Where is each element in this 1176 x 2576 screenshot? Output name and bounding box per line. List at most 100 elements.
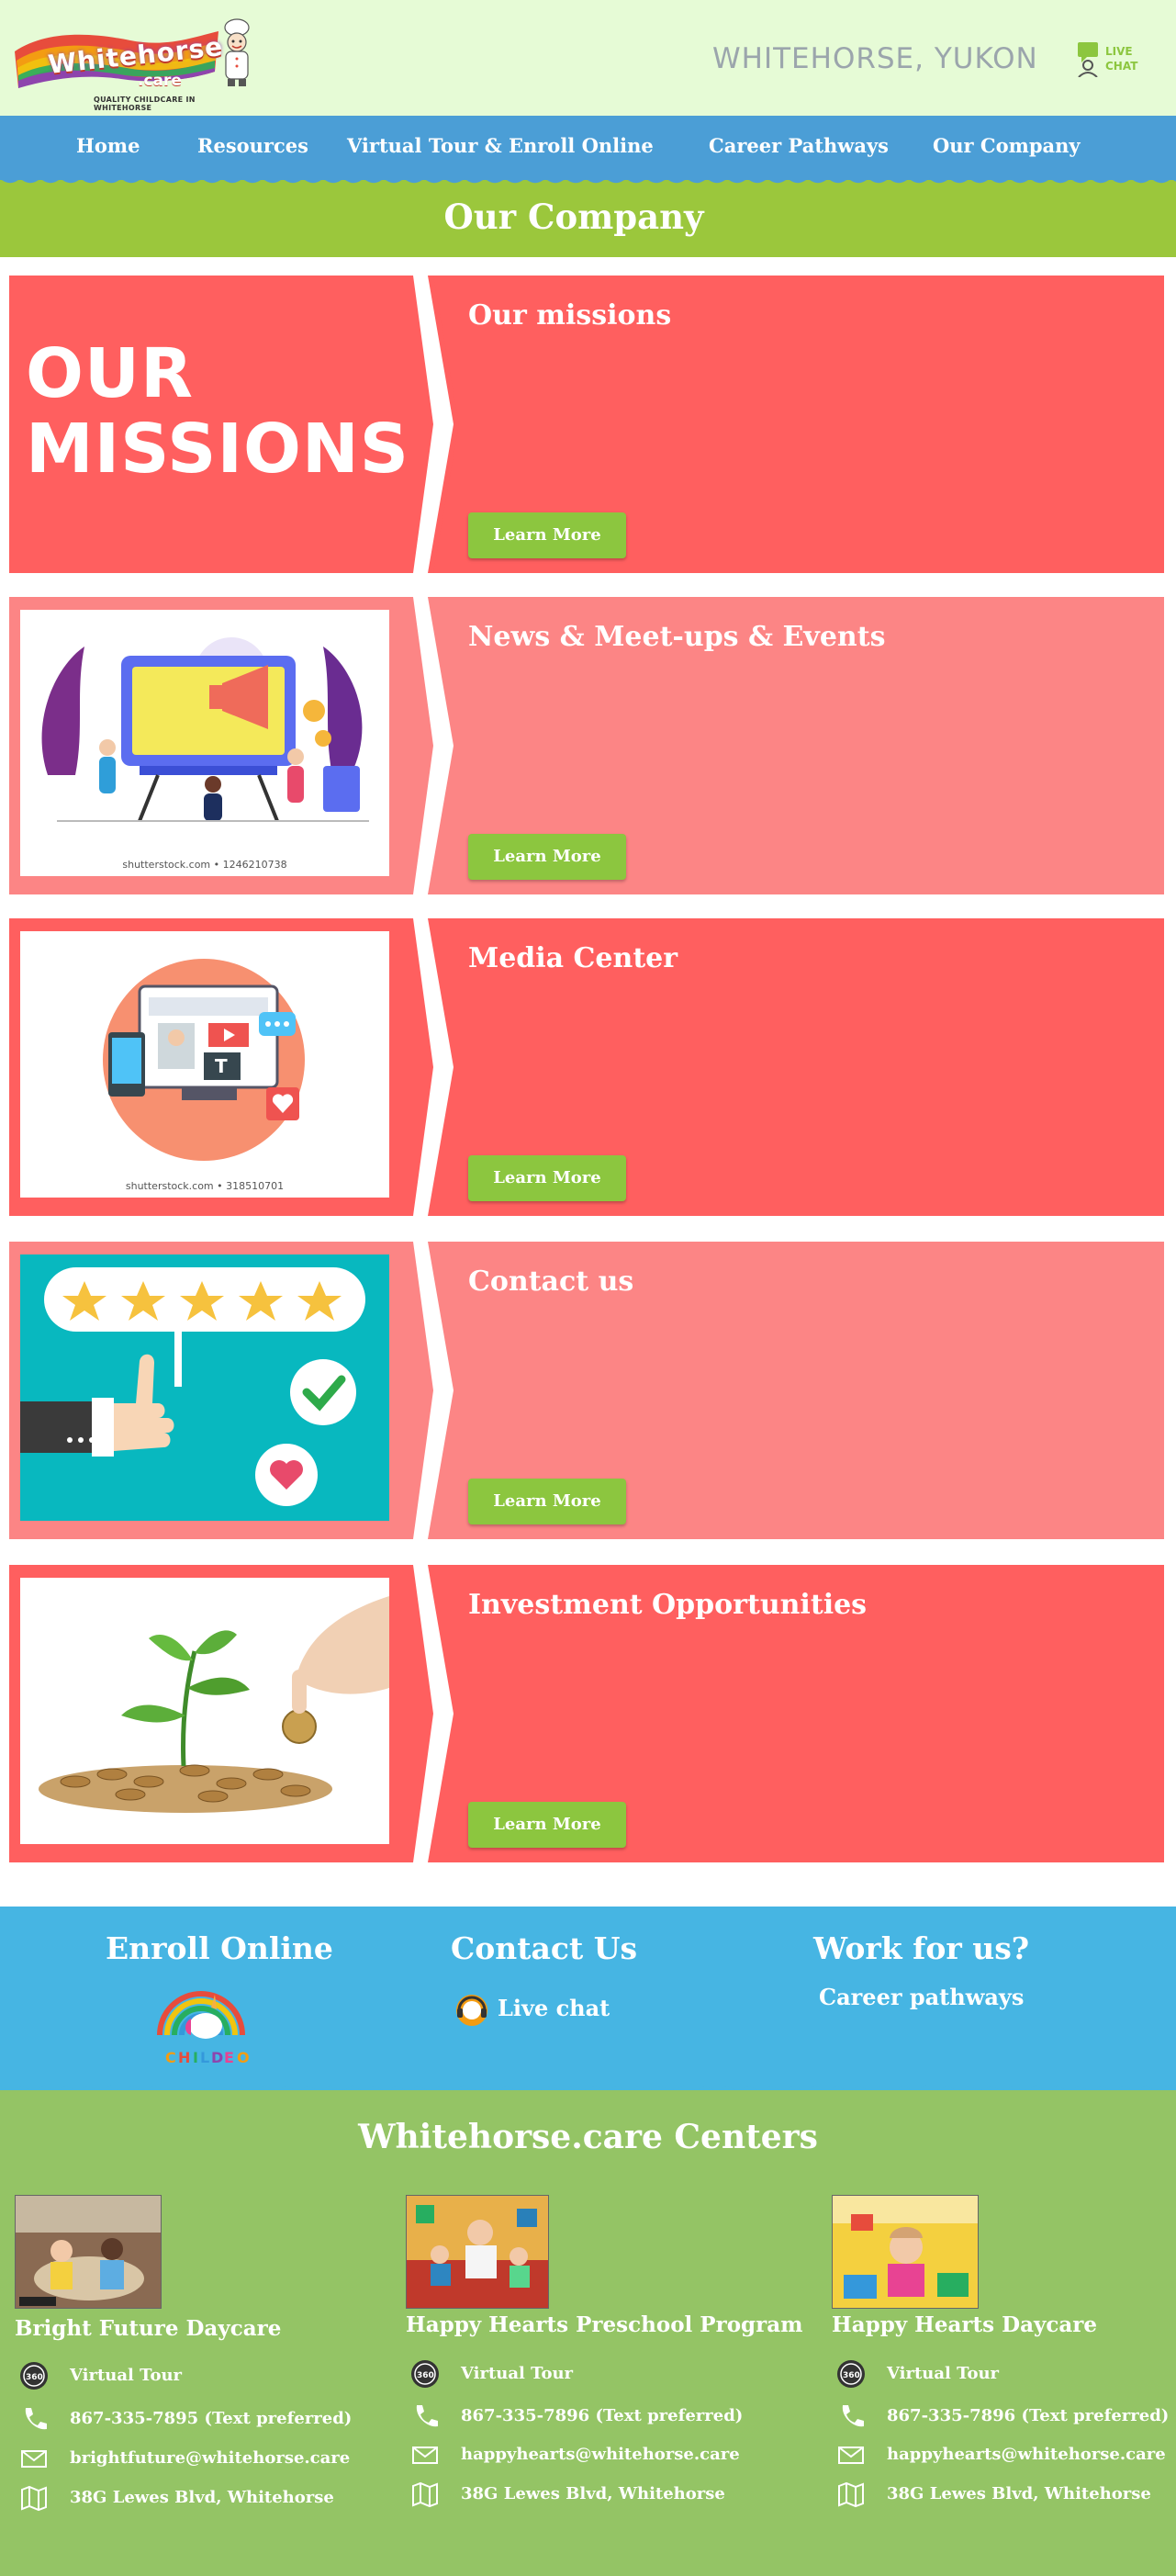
email-link[interactable]: brightfuture@whitehorse.care	[15, 2443, 400, 2478]
phone-number: 867-335-7896 (Text preferred)	[461, 2406, 744, 2425]
arrow-divider	[413, 1242, 459, 1539]
phone-icon	[842, 2405, 864, 2427]
learn-more-button[interactable]: Learn More	[468, 1155, 626, 1201]
svg-text:E: E	[224, 2049, 234, 2066]
image-credit: shutterstock.com • 318510701	[125, 1180, 285, 1192]
svg-text:360: 360	[843, 2371, 860, 2380]
virtual-tour-label: Virtual Tour	[461, 2364, 574, 2383]
live-chat-label: LIVE CHAT	[1105, 44, 1137, 73]
email-address: brightfuture@whitehorse.care	[70, 2448, 351, 2468]
site-header: Whitehorse .care QUALITY CHILDCARE IN WH…	[0, 0, 1176, 116]
five-star-rating-icon	[20, 1267, 365, 1506]
svg-text:T: T	[215, 1055, 228, 1077]
learn-more-button[interactable]: Learn More	[468, 1479, 626, 1524]
learn-more-button[interactable]: Learn More	[468, 512, 626, 558]
email-address: happyhearts@whitehorse.care	[461, 2445, 740, 2464]
card-title: Media Center	[468, 942, 678, 974]
center-name: Happy Hearts Preschool Program	[406, 2312, 803, 2337]
card-title: News & Meet-ups & Events	[468, 621, 886, 653]
svg-text:H: H	[178, 2049, 190, 2066]
page-title: Our Company	[443, 197, 704, 237]
child-drawing-photo	[833, 2196, 978, 2308]
media-illustration: T shutterstock.com • 318510701	[20, 931, 389, 1198]
news-illustration: shutterstock.com • 1246210738	[20, 610, 389, 876]
center-bright-future: Bright Future Daycare 360 Virtual Tour 8…	[15, 2195, 400, 2562]
card-title: Our missions	[468, 299, 672, 332]
address-link[interactable]: 38G Lewes Blvd, Whitehorse	[15, 2482, 400, 2517]
wave-divider	[0, 2077, 1176, 2090]
card-missions: OUR MISSIONS Our missions Learn More	[9, 276, 1164, 573]
virtual-tour-label: Virtual Tour	[70, 2366, 183, 2385]
street-address: 38G Lewes Blvd, Whitehorse	[70, 2488, 334, 2507]
center-happy-hearts-daycare: Happy Hearts Daycare 360 Virtual Tour 86…	[832, 2195, 1176, 2562]
location-label: WHITEHORSE, YUKON	[712, 42, 1038, 75]
learn-more-button[interactable]: Learn More	[468, 1802, 626, 1848]
media-devices-icon: T	[103, 959, 305, 1161]
card-media-center: T shutterstock.com • 318510701 Media Cen…	[9, 918, 1164, 1216]
phone-number: 867-335-7896 (Text preferred)	[887, 2406, 1170, 2425]
unicorn-logo-icon[interactable]: C H I L D E O	[151, 1980, 252, 2068]
main-navigation: Home Resources Virtual Tour & Enroll Onl…	[0, 116, 1176, 180]
nav-career-pathways[interactable]: Career Pathways	[709, 134, 889, 157]
logo-tagline: QUALITY CHILDCARE IN WHITEHORSE	[94, 96, 196, 112]
enroll-online-link[interactable]: Enroll Online	[106, 1930, 333, 1966]
career-pathways-link[interactable]: Career pathways	[819, 1984, 1024, 2010]
chef-mascot-icon	[224, 18, 250, 86]
megaphone-presentation-icon	[41, 637, 369, 822]
card-missions-banner: OUR MISSIONS	[9, 276, 413, 573]
360-tour-icon: 360	[411, 2360, 439, 2388]
phone-link[interactable]: 867-335-7896 (Text preferred)	[406, 2401, 791, 2435]
center-photo[interactable]	[15, 2195, 162, 2309]
envelope-icon	[412, 2447, 438, 2464]
svg-text:C: C	[165, 2049, 176, 2066]
svg-text:360: 360	[417, 2371, 434, 2380]
street-address: 38G Lewes Blvd, Whitehorse	[461, 2484, 725, 2503]
live-chat-button[interactable]: LIVE CHAT	[1076, 40, 1149, 81]
learn-more-button[interactable]: Learn More	[468, 834, 626, 880]
center-photo[interactable]	[832, 2195, 979, 2309]
card-investment-image-panel	[9, 1565, 413, 1862]
360-tour-icon: 360	[837, 2360, 865, 2388]
svg-text:I: I	[193, 2049, 198, 2066]
nav-our-company[interactable]: Our Company	[933, 134, 1081, 157]
phone-icon	[416, 2405, 438, 2427]
map-icon	[838, 2481, 864, 2508]
center-name: Bright Future Daycare	[15, 2316, 282, 2341]
logo-suffix: .care	[138, 72, 182, 90]
virtual-tour-link[interactable]: 360 Virtual Tour	[406, 2358, 791, 2393]
phone-number: 867-335-7895 (Text preferred)	[70, 2409, 353, 2428]
svg-text:360: 360	[26, 2373, 43, 2382]
virtual-tour-link[interactable]: 360 Virtual Tour	[832, 2358, 1176, 2393]
map-icon	[412, 2481, 438, 2508]
arrow-divider	[413, 1565, 459, 1862]
site-logo[interactable]: Whitehorse .care QUALITY CHILDCARE IN WH…	[11, 15, 250, 112]
children-classroom-photo	[16, 2196, 161, 2308]
nav-home[interactable]: Home	[76, 134, 140, 157]
missions-big-line-2: MISSIONS	[26, 410, 410, 489]
address-link[interactable]: 38G Lewes Blvd, Whitehorse	[406, 2479, 791, 2514]
nav-virtual-tour[interactable]: Virtual Tour & Enroll Online	[347, 134, 654, 157]
arrow-divider	[413, 597, 459, 894]
phone-link[interactable]: 867-335-7895 (Text preferred)	[15, 2403, 400, 2438]
live-chat-link[interactable]: Live chat	[498, 1995, 610, 2021]
virtual-tour-link[interactable]: 360 Virtual Tour	[15, 2360, 400, 2395]
plant-coins-icon	[39, 1596, 389, 1813]
phone-icon	[25, 2408, 47, 2430]
virtual-tour-label: Virtual Tour	[887, 2364, 1000, 2383]
address-link[interactable]: 38G Lewes Blvd, Whitehorse	[832, 2479, 1176, 2514]
email-link[interactable]: happyhearts@whitehorse.care	[406, 2439, 791, 2474]
headset-chat-icon[interactable]	[454, 1992, 490, 2029]
map-icon	[21, 2485, 47, 2512]
center-happy-hearts-preschool: Happy Hearts Preschool Program 360 Virtu…	[406, 2195, 802, 2562]
envelope-icon	[838, 2447, 864, 2464]
work-for-us-heading: Work for us?	[813, 1930, 1030, 1966]
360-tour-icon: 360	[20, 2362, 48, 2390]
phone-link[interactable]: 867-335-7896 (Text preferred)	[832, 2401, 1176, 2435]
nav-resources[interactable]: Resources	[197, 134, 308, 157]
center-photo[interactable]	[406, 2195, 549, 2309]
missions-big-line-1: OUR	[26, 334, 194, 413]
email-link[interactable]: happyhearts@whitehorse.care	[832, 2439, 1176, 2474]
card-contact-us: Contact us Learn More	[9, 1242, 1164, 1539]
wave-divider	[0, 173, 1176, 184]
svg-text:D: D	[211, 2049, 223, 2066]
